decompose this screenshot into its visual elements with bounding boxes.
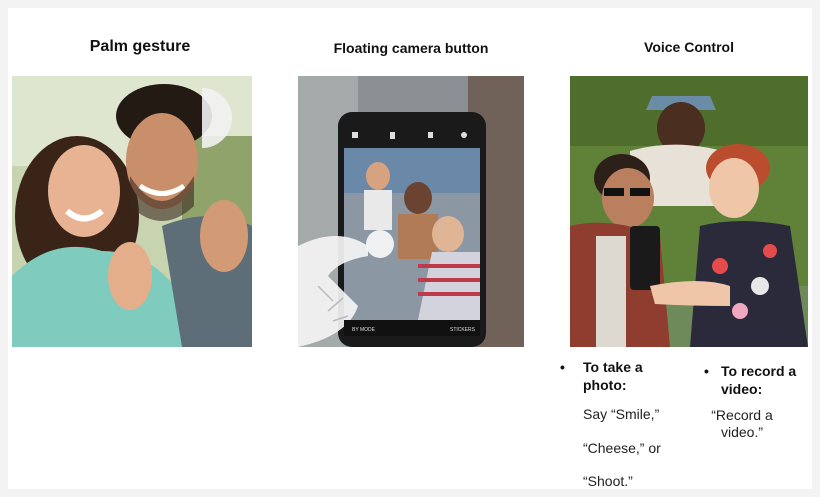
image-border-bottom (0, 489, 820, 497)
voice-control-heading: Voice Control (644, 39, 734, 55)
phone-mode-left-label: BY MODE (352, 327, 376, 333)
bullet-dot: • (560, 359, 565, 375)
record-video-bullet-label: To record a video: (721, 363, 797, 397)
floating-camera-button-photo: BY MODE STICKERS (298, 76, 524, 347)
take-photo-bullet-label: To take a photo: (583, 359, 643, 393)
photo-command-line-2: “Cheese,” or (583, 440, 661, 456)
bullet-dot: • (704, 363, 709, 379)
photo-command-line-3: “Shoot.” (583, 473, 633, 489)
palm-gesture-photo (12, 76, 252, 347)
image-border-right (812, 0, 820, 497)
floating-camera-button-heading: Floating camera button (333, 40, 489, 56)
video-command-text: “Record a video.” (711, 407, 773, 440)
image-border-left (0, 0, 8, 497)
voice-control-photo (570, 76, 808, 347)
photo-command-line-1: Say “Smile,” (583, 406, 660, 422)
palm-gesture-heading: Palm gesture (89, 38, 191, 55)
phone-mode-right-label: STICKERS (450, 327, 476, 333)
image-border-top (0, 0, 820, 8)
